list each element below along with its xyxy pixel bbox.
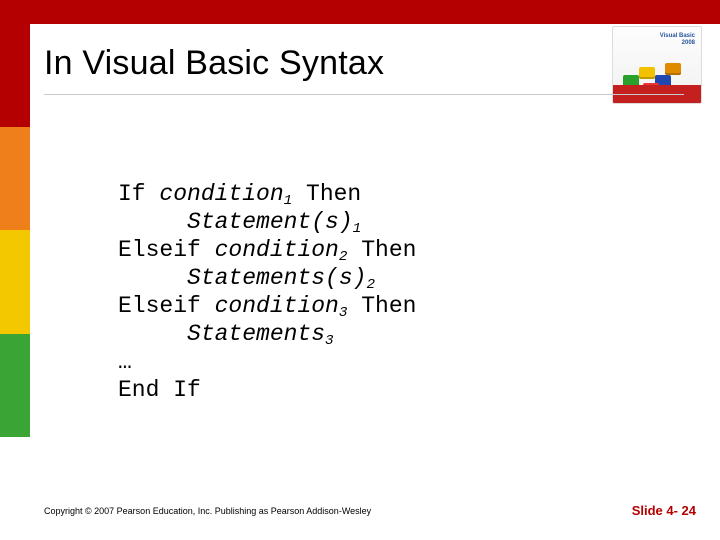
code-line: Elseif condition3 Then [118,293,416,319]
code-line: Statements(s)2 [118,265,375,291]
book-cover-graphic: Visual Basic 2008 [612,26,702,104]
sidebar-stripe [0,437,30,540]
lego-brick-icon [639,67,655,79]
title-divider [44,94,684,95]
slide-title: In Visual Basic Syntax [44,44,384,83]
code-line: Elseif condition2 Then [118,237,416,263]
code-block: If condition1 Then Statement(s)1 Elseif … [118,152,416,404]
book-cover-title: Visual Basic 2008 [617,33,697,47]
code-line: … [118,349,132,375]
sidebar-stripe [0,127,30,230]
sidebar-stripe [0,334,30,437]
top-accent-bar [0,0,720,24]
code-line: End If [118,377,201,403]
slide-number: Slide 4- 24 [632,503,696,518]
sidebar-stripe [0,24,30,127]
code-line: If condition1 Then [118,181,361,207]
code-line: Statements3 [118,321,334,347]
code-line: Statement(s)1 [118,209,361,235]
sidebar-stripe [0,230,30,333]
copyright-text: Copyright © 2007 Pearson Education, Inc.… [44,506,371,516]
lego-brick-icon [665,63,681,75]
left-color-sidebar [0,24,30,540]
